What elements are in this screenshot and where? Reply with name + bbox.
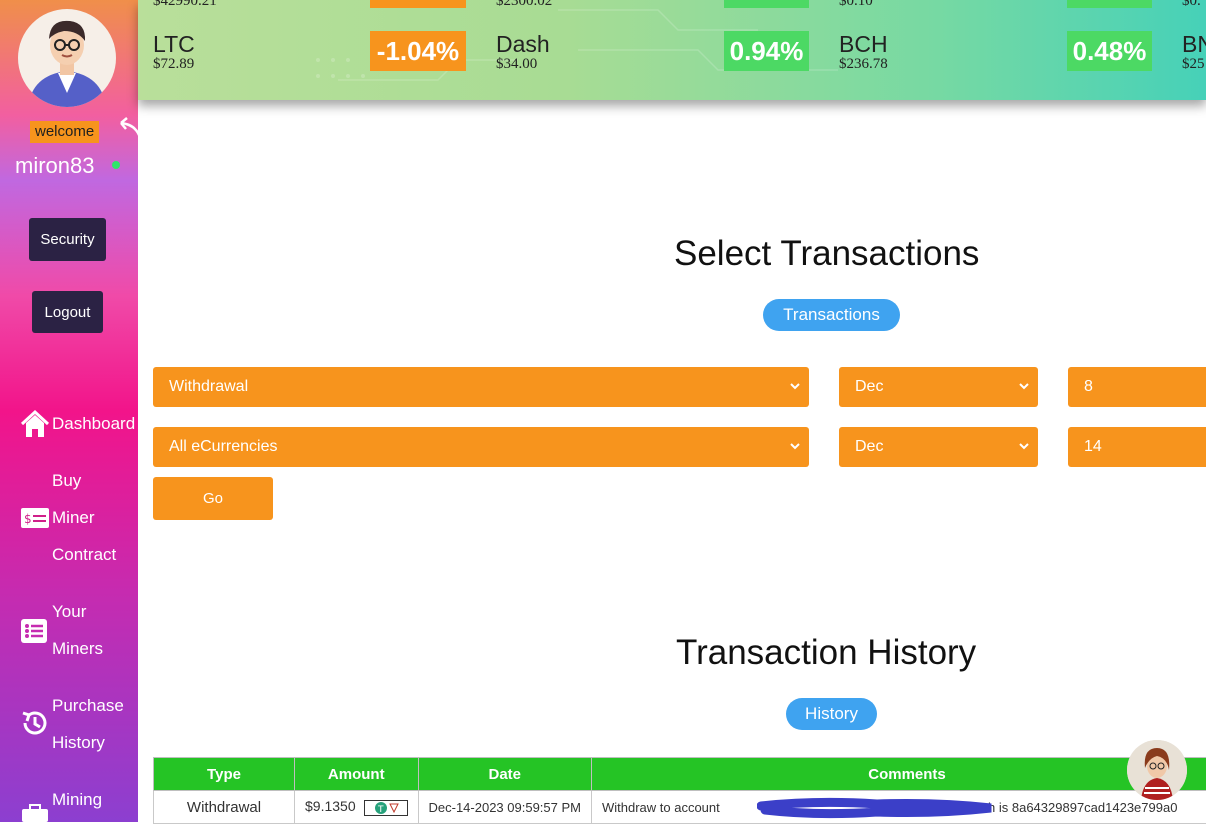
nav-mining[interactable]: Mining: [52, 781, 102, 818]
curved-arrow-icon: [113, 113, 147, 147]
tether-icon: T: [364, 800, 408, 816]
ticker-coin-name: Dash: [496, 31, 550, 58]
ticker-coin-price: $34.00: [496, 56, 537, 73]
column-header-comments: Comments: [591, 758, 1206, 791]
dollar-card-icon[interactable]: $: [20, 505, 50, 531]
ticker-coin-name: LTC: [153, 31, 195, 58]
ticker-change-badge: 0.48%: [1067, 31, 1152, 71]
nav-buy-line2[interactable]: Miner: [52, 499, 95, 536]
transaction-type-select[interactable]: Withdrawal: [153, 367, 809, 407]
transactions-pill[interactable]: Transactions: [763, 299, 900, 331]
ticker-prev-badge-1: [370, 0, 466, 8]
from-month-value: Dec: [855, 378, 883, 396]
ticker-change-badge: 0.94%: [724, 31, 809, 71]
cell-type: Withdrawal: [154, 791, 295, 824]
svg-text:T: T: [377, 805, 384, 815]
ticker-coin-name: BN: [1182, 31, 1206, 58]
ticker-prev-badge-3: [1067, 0, 1152, 8]
nav-buy-line3[interactable]: Contract: [52, 536, 116, 573]
column-header-date: Date: [418, 758, 591, 791]
history-icon[interactable]: [20, 708, 50, 738]
history-pill[interactable]: History: [786, 698, 877, 730]
ticker-coin-price: $72.89: [153, 56, 194, 73]
cell-date: Dec-14-2023 09:59:57 PM: [418, 791, 591, 824]
nav-history-line1[interactable]: Purchase: [52, 687, 124, 724]
list-icon[interactable]: [20, 618, 50, 644]
ticker-prev-badge-2: [724, 0, 809, 8]
to-month-select[interactable]: Dec: [839, 427, 1038, 467]
ticker-prev-price-2: $2300.02: [496, 0, 552, 10]
transaction-history-table: Type Amount Date Comments Withdrawal $9.…: [153, 757, 1206, 824]
ticker-prev-price-4: $0.: [1182, 0, 1201, 10]
chat-support-avatar[interactable]: [1127, 740, 1187, 800]
transaction-type-value: Withdrawal: [169, 378, 248, 396]
security-button[interactable]: Security: [29, 218, 106, 261]
briefcase-icon[interactable]: [20, 804, 50, 822]
cell-amount: $9.1350 T: [295, 791, 419, 824]
ticker-prev-price-3: $0.10: [839, 0, 873, 10]
logout-button[interactable]: Logout: [32, 291, 103, 333]
to-day-select[interactable]: 14: [1068, 427, 1206, 467]
ticker-decoration: [138, 0, 1206, 100]
redaction-scribble: [757, 796, 995, 820]
currency-value: All eCurrencies: [169, 438, 277, 456]
select-transactions-title: Select Transactions: [674, 234, 979, 274]
from-day-value: 8: [1084, 378, 1093, 396]
price-ticker: $42990.21 $2300.02 $0.10 $0. LTC $72.89 …: [138, 0, 1206, 100]
column-header-amount: Amount: [295, 758, 419, 791]
home-icon[interactable]: [20, 409, 50, 439]
chevron-down-icon: [1018, 380, 1030, 392]
chevron-down-icon: [789, 380, 801, 392]
to-day-value: 14: [1084, 438, 1102, 456]
user-avatar[interactable]: [18, 9, 116, 107]
column-header-type: Type: [154, 758, 295, 791]
ticker-coin-price: $236.78: [839, 56, 888, 73]
ticker-coin-price: $25: [1182, 56, 1205, 73]
nav-history-line2[interactable]: History: [52, 724, 105, 761]
svg-text:$: $: [24, 512, 32, 526]
nav-miners-line1[interactable]: Your: [52, 593, 86, 630]
to-month-value: Dec: [855, 438, 883, 456]
nav-dashboard[interactable]: Dashboard: [52, 405, 135, 442]
ticker-coin-name: BCH: [839, 31, 888, 58]
username: miron83: [15, 153, 94, 179]
sidebar: welcome miron83 Security Logout Dashboar…: [0, 0, 138, 822]
table-row: Withdrawal $9.1350 T Dec-14-2023 09:59:5…: [154, 791, 1206, 824]
chevron-down-icon: [789, 440, 801, 452]
comment-start: Withdraw to account: [602, 800, 720, 815]
online-status-dot: [112, 161, 120, 169]
amount-value: $9.1350: [305, 798, 356, 814]
transaction-history-title: Transaction History: [676, 633, 976, 673]
ticker-change-badge: -1.04%: [370, 31, 466, 71]
nav-buy-line1[interactable]: Buy: [52, 462, 81, 499]
chevron-down-icon: [1018, 440, 1030, 452]
ticker-prev-price-1: $42990.21: [153, 0, 217, 10]
from-month-select[interactable]: Dec: [839, 367, 1038, 407]
welcome-badge: welcome: [30, 121, 99, 143]
from-day-select[interactable]: 8: [1068, 367, 1206, 407]
go-button[interactable]: Go: [153, 477, 273, 520]
currency-select[interactable]: All eCurrencies: [153, 427, 809, 467]
nav-miners-line2[interactable]: Miners: [52, 630, 103, 667]
